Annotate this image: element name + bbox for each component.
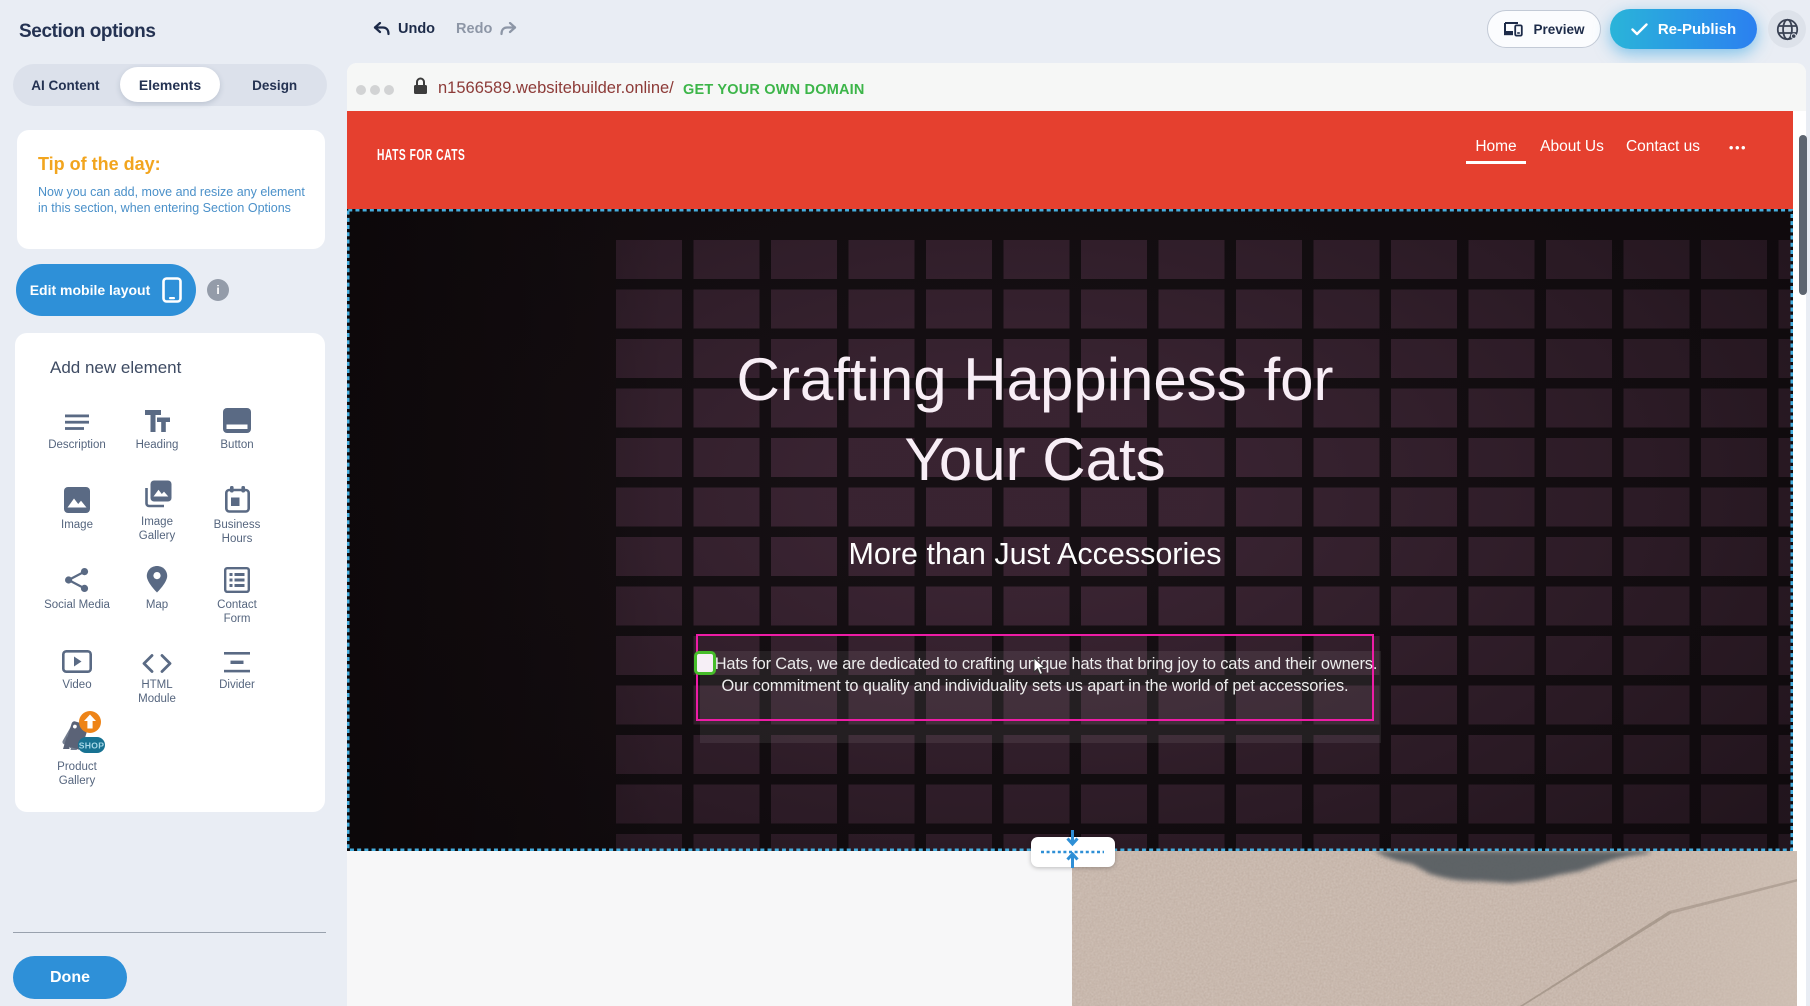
svg-text:SHOP: SHOP [79,741,105,751]
